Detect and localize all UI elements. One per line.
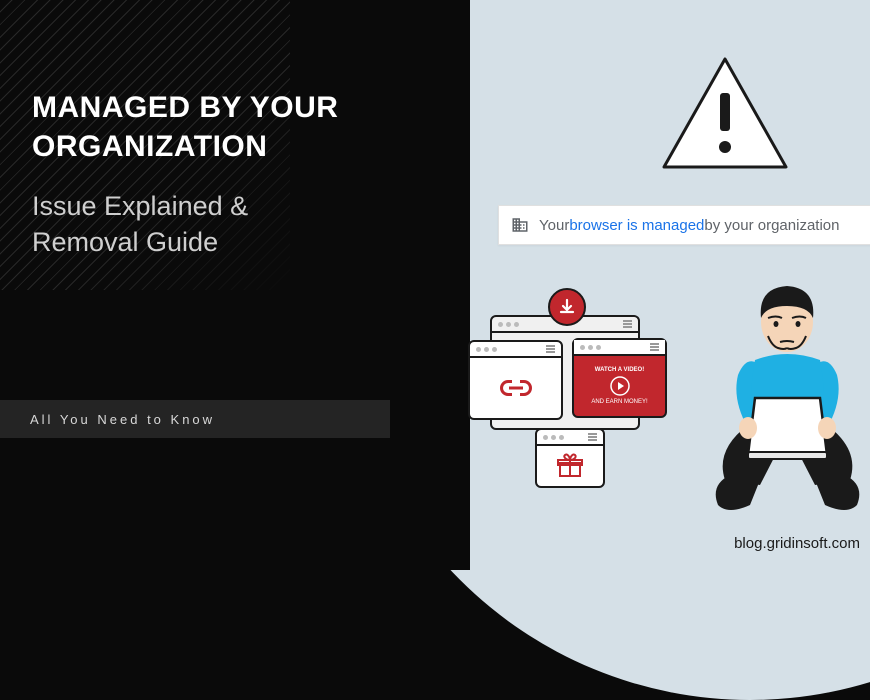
window-titlebar bbox=[574, 340, 665, 356]
browser-managed-notice: Your browser is managed by your organiza… bbox=[498, 205, 870, 245]
main-heading: MANAGED BY YOUR ORGANIZATION bbox=[32, 88, 338, 166]
window-dot-icon bbox=[506, 322, 511, 327]
gift-icon bbox=[557, 453, 583, 479]
tag-text: All You Need to Know bbox=[30, 412, 215, 427]
video-title: WATCH A VIDEO! bbox=[595, 367, 644, 373]
hamburger-icon bbox=[650, 343, 659, 351]
notice-suffix: by your organization bbox=[704, 217, 839, 234]
notice-link: browser is managed bbox=[569, 217, 704, 234]
footer-url: blog.gridinsoft.com bbox=[734, 535, 860, 552]
main-heading-line2: ORGANIZATION bbox=[32, 127, 338, 166]
link-icon bbox=[498, 378, 534, 398]
banner-container: MANAGED BY YOUR ORGANIZATION Issue Expla… bbox=[0, 0, 870, 570]
window-titlebar bbox=[537, 430, 603, 446]
tag-bar: All You Need to Know bbox=[0, 400, 390, 438]
window-dot-icon bbox=[588, 345, 593, 350]
video-subtitle: AND EARN MONEY! bbox=[591, 399, 647, 405]
window-dot-icon bbox=[514, 322, 519, 327]
person-with-laptop-illustration bbox=[700, 280, 870, 515]
building-icon bbox=[511, 216, 529, 234]
window-titlebar bbox=[470, 342, 561, 358]
left-panel: MANAGED BY YOUR ORGANIZATION Issue Expla… bbox=[0, 0, 470, 570]
window-dot-icon bbox=[492, 347, 497, 352]
window-dot-icon bbox=[559, 435, 564, 440]
window-dot-icon bbox=[476, 347, 481, 352]
window-dot-icon bbox=[484, 347, 489, 352]
window-dot-icon bbox=[596, 345, 601, 350]
sub-heading-line1: Issue Explained & bbox=[32, 188, 248, 224]
window-dot-icon bbox=[580, 345, 585, 350]
window-gift bbox=[535, 428, 605, 488]
window-dot-icon bbox=[543, 435, 548, 440]
sub-heading: Issue Explained & Removal Guide bbox=[32, 188, 248, 261]
window-video-ad: WATCH A VIDEO! AND EARN MONEY! bbox=[572, 338, 667, 418]
download-icon bbox=[558, 298, 576, 316]
sub-heading-line2: Removal Guide bbox=[32, 224, 248, 260]
hamburger-icon bbox=[588, 433, 597, 441]
play-icon bbox=[610, 376, 630, 396]
main-heading-line1: MANAGED BY YOUR bbox=[32, 88, 338, 127]
download-badge bbox=[548, 288, 586, 326]
window-dot-icon bbox=[551, 435, 556, 440]
warning-triangle-icon bbox=[660, 55, 790, 175]
window-dot-icon bbox=[498, 322, 503, 327]
window-link bbox=[468, 340, 563, 420]
hamburger-icon bbox=[546, 345, 555, 353]
hamburger-icon bbox=[623, 320, 632, 328]
notice-prefix: Your bbox=[539, 217, 569, 234]
